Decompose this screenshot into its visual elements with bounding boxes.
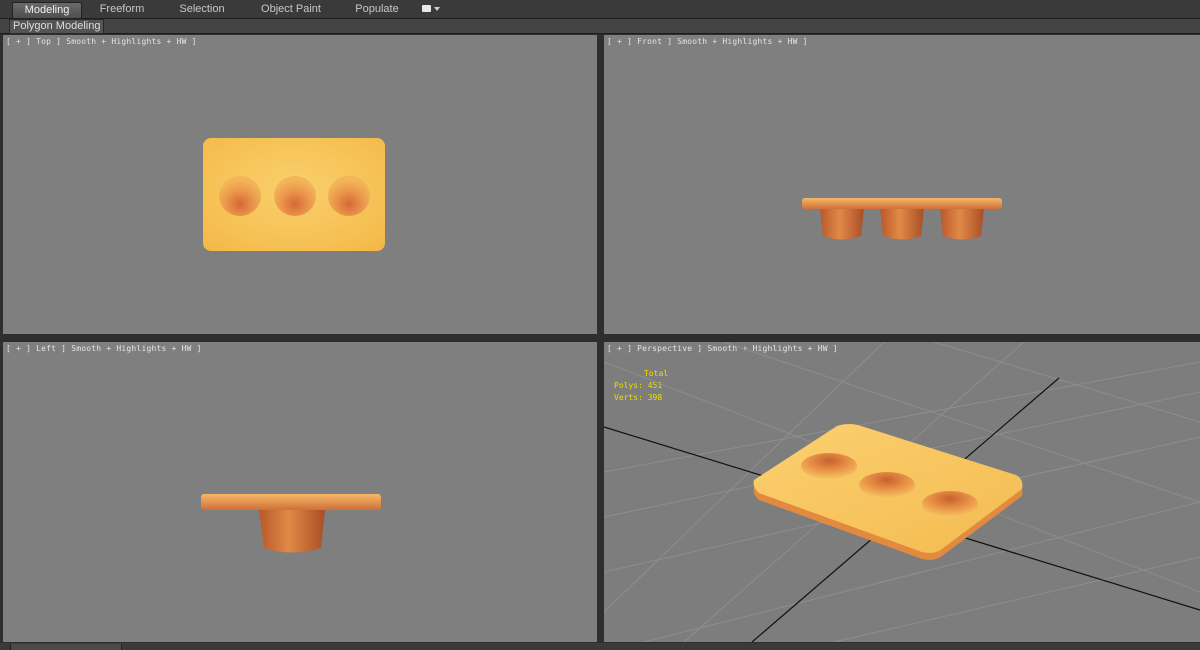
viewport-left[interactable]: [ + ] Left ] Smooth + Highlights + HW ] — [3, 342, 597, 642]
ribbon-panel-bar: Polygon Modeling — [0, 19, 1200, 34]
top-view-model — [203, 138, 385, 251]
left-view-model — [201, 494, 381, 553]
ribbon-tab-bar: Modeling Freeform Selection Object Paint… — [0, 0, 1200, 19]
perspective-view-scene — [604, 342, 1200, 642]
front-view-model — [802, 198, 1002, 240]
tab-selection[interactable]: Selection — [170, 2, 234, 17]
ribbon-dropdown-icon[interactable] — [420, 4, 442, 15]
tab-populate[interactable]: Populate — [346, 2, 408, 17]
status-bar — [0, 643, 1200, 650]
time-slider[interactable] — [10, 644, 122, 650]
tab-freeform[interactable]: Freeform — [90, 2, 154, 17]
viewport-perspective[interactable]: [ + ] Perspective ] Smooth + Highlights … — [604, 342, 1200, 642]
tab-object-paint[interactable]: Object Paint — [256, 2, 326, 17]
viewport-front[interactable]: [ + ] Front ] Smooth + Highlights + HW ] — [604, 35, 1200, 334]
tab-modeling[interactable]: Modeling — [12, 2, 82, 19]
viewport-top[interactable]: [ + ] Top ] Smooth + Highlights + HW ] — [3, 35, 597, 334]
3d-modeling-app: Modeling Freeform Selection Object Paint… — [0, 0, 1200, 650]
polygon-modeling-panel-button[interactable]: Polygon Modeling — [9, 19, 105, 34]
